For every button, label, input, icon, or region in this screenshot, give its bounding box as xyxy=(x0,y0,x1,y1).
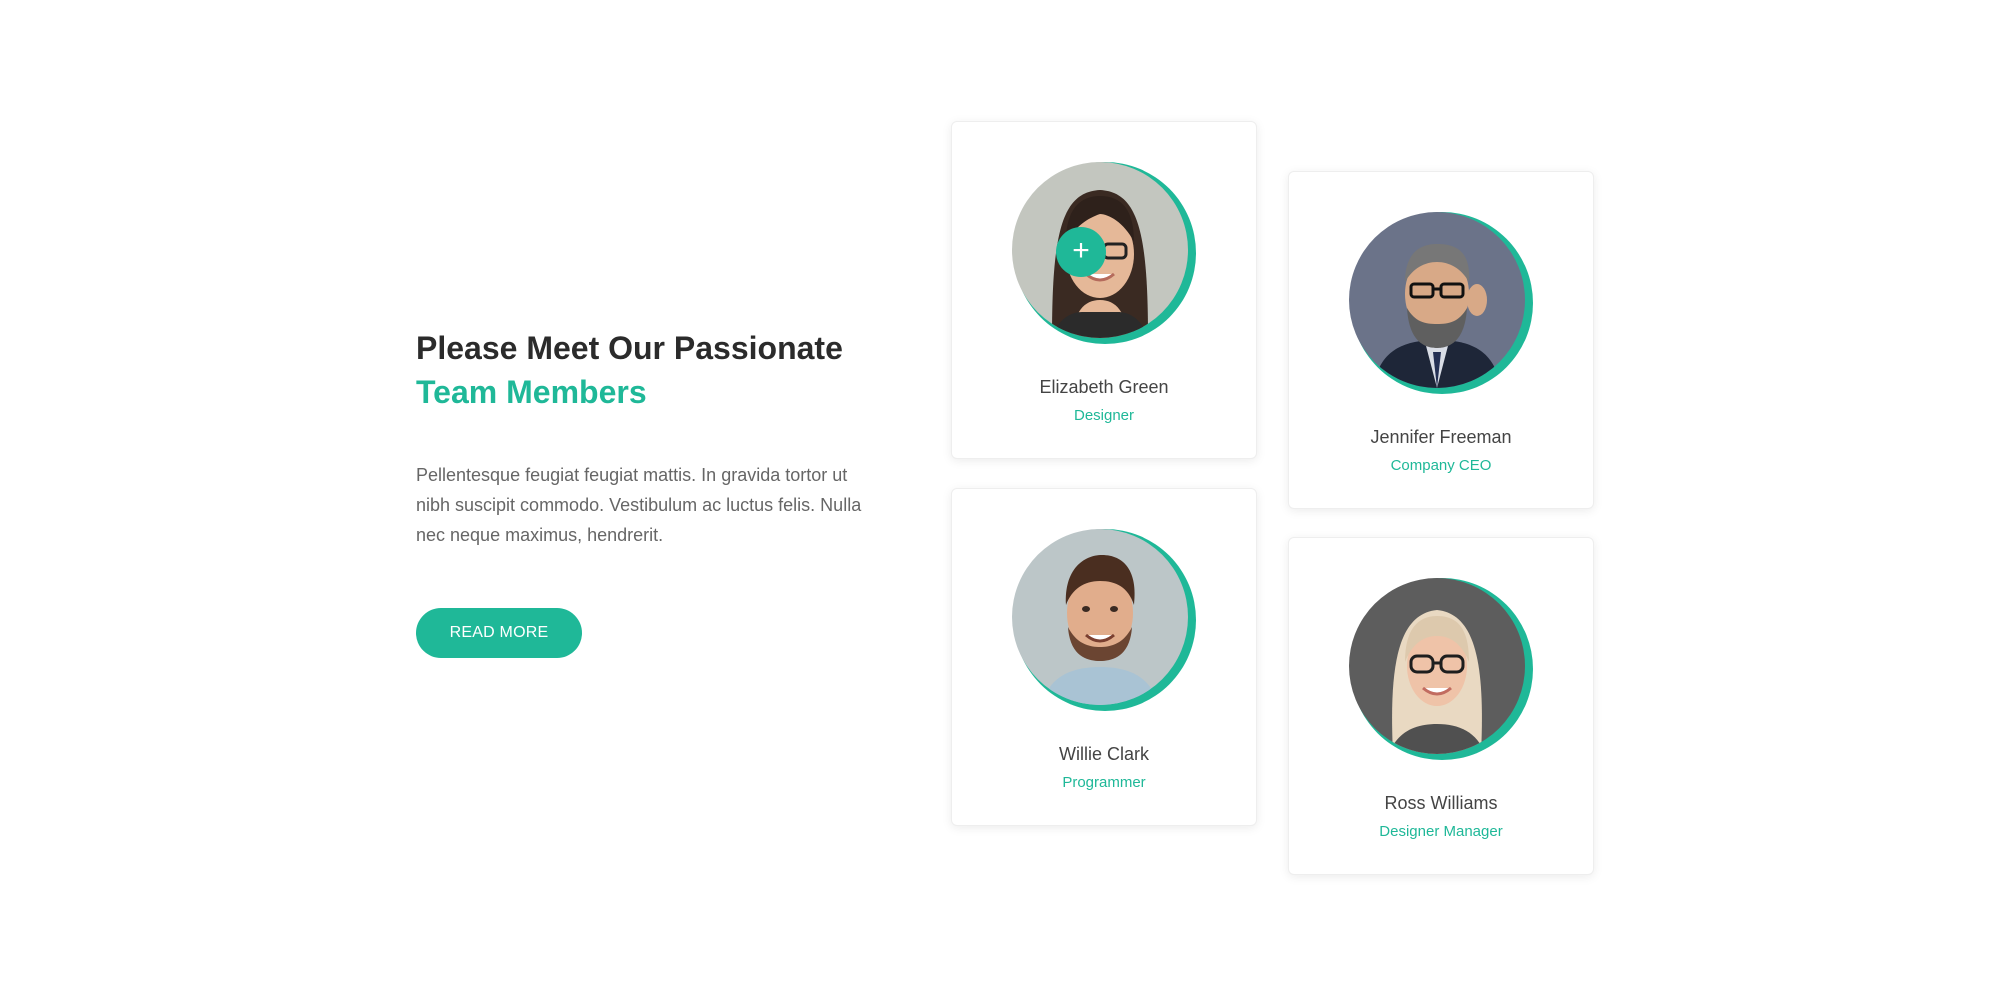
member-name: Jennifer Freeman xyxy=(1370,427,1512,447)
team-card-willie-clark[interactable]: Willie Clark Programmer xyxy=(951,488,1257,826)
member-photo xyxy=(1012,529,1188,705)
member-name: Ross Williams xyxy=(1384,793,1498,813)
read-more-button[interactable]: READ MORE xyxy=(416,608,582,658)
team-card-elizabeth-green[interactable]: + Elizabeth Green Designer xyxy=(951,121,1257,459)
heading-line-2: Team Members xyxy=(416,374,647,410)
member-photo xyxy=(1349,578,1525,754)
heading-line-1: Please Meet Our Passionate xyxy=(416,330,843,366)
member-role: Designer Manager xyxy=(1379,823,1503,840)
member-name: Elizabeth Green xyxy=(1039,377,1169,397)
team-card-ross-williams[interactable]: Ross Williams Designer Manager xyxy=(1288,537,1594,875)
team-card-jennifer-freeman[interactable]: Jennifer Freeman Company CEO xyxy=(1288,171,1594,509)
avatar xyxy=(1349,212,1533,396)
section-heading: Please Meet Our Passionate Team Members xyxy=(416,326,896,414)
avatar: + xyxy=(1012,162,1196,346)
member-name: Willie Clark xyxy=(1059,744,1149,764)
member-role: Designer xyxy=(1073,407,1135,424)
avatar xyxy=(1349,578,1533,762)
team-section: Please Meet Our Passionate Team Members … xyxy=(0,0,2000,992)
intro-paragraph: Pellentesque feugiat feugiat mattis. In … xyxy=(416,465,862,545)
intro-block: Please Meet Our Passionate Team Members … xyxy=(416,326,896,658)
member-role: Company CEO xyxy=(1390,457,1492,474)
plus-icon[interactable]: + xyxy=(1056,227,1106,277)
avatar xyxy=(1012,529,1196,713)
member-photo xyxy=(1349,212,1525,388)
member-role: Programmer xyxy=(1062,774,1146,791)
